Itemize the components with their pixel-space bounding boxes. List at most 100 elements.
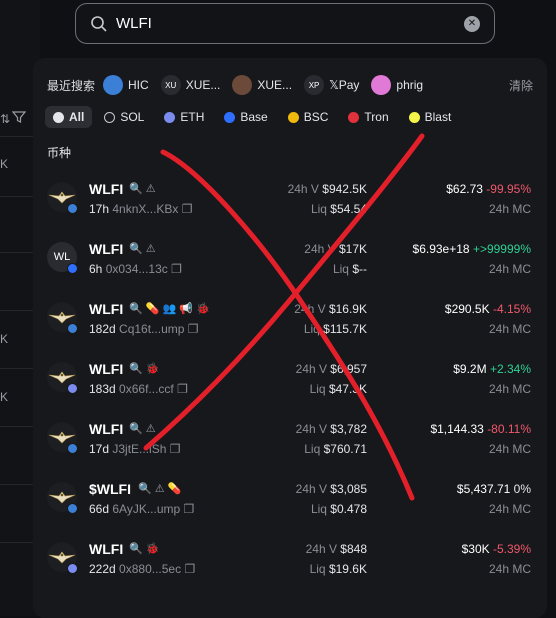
chain-badge-icon <box>67 503 78 514</box>
token-row[interactable]: WLFI 🔍 🐞 183d 0x66f...ccf ❐ 24h V $6,957 Liq… <box>33 350 547 410</box>
base-icon <box>224 111 236 123</box>
volume-value: $17K <box>338 242 367 256</box>
liquidity-label: Liq <box>309 382 326 396</box>
volume-value: $3,782 <box>330 422 367 436</box>
token-tag-icons: 🔍 🐞 <box>129 543 160 555</box>
liquidity: Liq $54.54 <box>311 202 367 216</box>
token-age: 6h <box>89 262 103 276</box>
eth-icon <box>164 111 176 123</box>
background-label: K <box>0 390 9 404</box>
liquidity-label: Liq <box>332 262 349 276</box>
token-address: Cq16t...ump <box>119 322 185 336</box>
token-row[interactable]: WLFI 🔍 ⚠ 17d J3jtE...iSh ❐ 24h V $3,782 Liq … <box>33 410 547 470</box>
chain-filter-label: Base <box>240 110 268 124</box>
chain-filter-tron[interactable]: Tron <box>340 106 396 128</box>
all-icon <box>53 111 64 123</box>
token-tag-icons: 🔍 🐞 <box>129 363 160 375</box>
volume-label: 24h V <box>295 482 327 496</box>
sort-icon[interactable]: ⇅ <box>0 112 10 126</box>
copy-icon[interactable]: ❐ <box>184 562 195 576</box>
token-age-address[interactable]: 222d 0x880...5ec ❐ <box>89 562 195 576</box>
token-age-address[interactable]: 6h 0x034...13c ❐ <box>89 262 182 276</box>
token-age-address[interactable]: 182d Cq16t...ump ❐ <box>89 322 199 336</box>
token-name: WLFI <box>89 541 124 557</box>
recent-search-item[interactable]: XP 𝕏Pay <box>304 75 359 95</box>
token-age-address[interactable]: 66d 6AyJK...ump ❐ <box>89 502 194 516</box>
search-input[interactable] <box>116 15 464 32</box>
bsc-icon <box>287 111 299 123</box>
token-row[interactable]: WLFI 🔍 ⚠ 17h 4nknX...KBx ❐ 24h V $942.5K Liq… <box>33 170 547 230</box>
chain-filter-bar: All SOL ETH Base BSC Tron Blast <box>45 106 463 128</box>
chain-filter-eth[interactable]: ETH <box>156 106 212 128</box>
chain-filter-label: All <box>69 110 85 124</box>
avatar: XU <box>160 75 181 95</box>
clear-search-icon[interactable]: ✕ <box>464 15 480 32</box>
chain-filter-blast[interactable]: Blast <box>401 106 460 128</box>
token-age: 17h <box>89 202 110 216</box>
liquidity: Liq $115.7K <box>304 322 367 336</box>
copy-icon[interactable]: ❐ <box>171 262 182 276</box>
sol-icon <box>104 111 116 123</box>
liquidity: Liq $19.6K <box>310 562 367 576</box>
price-change: +>99999% <box>472 242 531 256</box>
background-label: K <box>0 157 9 171</box>
chain-filter-label: Blast <box>424 110 452 124</box>
liquidity-label: Liq <box>303 322 320 336</box>
chain-filter-all[interactable]: All <box>45 106 93 128</box>
token-address: 6AyJK...ump <box>112 502 181 516</box>
recent-search-item[interactable]: XUE... <box>232 75 292 95</box>
recent-search-label: XUE... <box>257 78 293 92</box>
market-cap: $5,437.71 0% <box>457 482 531 496</box>
clear-recent-button[interactable]: 清除 <box>509 77 533 94</box>
token-row[interactable]: WLFI 🔍 🐞 222d 0x880...5ec ❐ 24h V $848 Liq $… <box>33 530 547 590</box>
chain-filter-base[interactable]: Base <box>216 106 275 128</box>
recent-searches: 最近搜索 HIC XU XUE... XUE... XP 𝕏Pay phrig 清除 <box>47 74 533 96</box>
volume-24h: 24h V $16.9K <box>294 302 367 316</box>
copy-icon[interactable]: ❐ <box>188 322 199 336</box>
token-row[interactable]: $WLFI 🔍 ⚠ 💊 66d 6AyJK...ump ❐ 24h V $3,085 L… <box>33 470 547 530</box>
copy-icon[interactable]: ❐ <box>177 382 188 396</box>
chain-badge-icon <box>67 263 78 274</box>
liquidity: Liq $0.478 <box>311 502 367 516</box>
token-tag-icons: 🔍 ⚠ <box>129 183 156 195</box>
token-name: WLFI <box>89 301 124 317</box>
market-cap-label: 24h MC <box>488 262 531 276</box>
price-change: +2.34% <box>489 362 531 376</box>
liquidity-value: $0.478 <box>330 502 367 516</box>
token-tag-icons: 🔍 💊 👥 📢 🐞 <box>129 303 210 315</box>
liquidity-label: Liq <box>310 502 327 516</box>
token-row[interactable]: WL WLFI 🔍 ⚠ 6h 0x034...13c ❐ 24h V $17K Liq $… <box>33 230 547 290</box>
volume-24h: 24h V $17K <box>304 242 367 256</box>
recent-search-item[interactable]: HIC <box>103 75 149 95</box>
avatar <box>232 75 253 95</box>
price-change: -99.95% <box>486 182 531 196</box>
recent-search-label: HIC <box>128 78 149 92</box>
market-cap: $9.2M +2.34% <box>453 362 531 376</box>
recent-search-item[interactable]: XU XUE... <box>160 75 220 95</box>
token-address: 4nknX...KBx <box>112 202 179 216</box>
price-change: -5.39% <box>492 542 531 556</box>
token-age-address[interactable]: 183d 0x66f...ccf ❐ <box>89 382 188 396</box>
token-row[interactable]: WLFI 🔍 💊 👥 📢 🐞 182d Cq16t...ump ❐ 24h V $16… <box>33 290 547 350</box>
search-bar[interactable]: ✕ <box>75 3 495 44</box>
volume-value: $942.5K <box>322 182 367 196</box>
chain-filter-bsc[interactable]: BSC <box>280 106 337 128</box>
liquidity-value: $19.6K <box>328 562 367 576</box>
tron-icon <box>348 111 360 123</box>
market-cap-value: $1,144.33 <box>430 422 484 436</box>
market-cap-value: $290.5K <box>444 302 490 316</box>
volume-24h: 24h V $942.5K <box>288 182 367 196</box>
token-age-address[interactable]: 17h 4nknX...KBx ❐ <box>89 202 193 216</box>
filter-icon[interactable] <box>12 110 26 124</box>
token-name: $WLFI <box>89 481 131 497</box>
search-results-panel: 最近搜索 HIC XU XUE... XUE... XP 𝕏Pay phrig 清除 All… <box>33 58 547 618</box>
chain-filter-sol[interactable]: SOL <box>96 106 152 128</box>
copy-icon[interactable]: ❐ <box>184 502 195 516</box>
token-age-address[interactable]: 17d J3jtE...iSh ❐ <box>89 442 181 456</box>
volume-24h: 24h V $848 <box>306 542 367 556</box>
recent-search-item[interactable]: phrig <box>371 75 423 95</box>
copy-icon[interactable]: ❐ <box>170 442 181 456</box>
market-cap-label: 24h MC <box>488 442 531 456</box>
market-cap-label: 24h MC <box>488 202 531 216</box>
copy-icon[interactable]: ❐ <box>182 202 193 216</box>
